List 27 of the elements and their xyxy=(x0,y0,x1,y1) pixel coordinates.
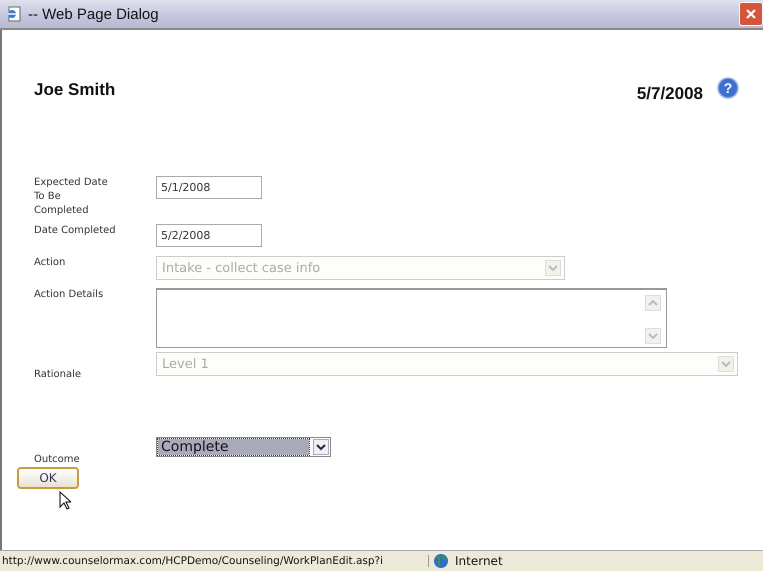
close-icon xyxy=(745,8,757,20)
scroll-down-icon[interactable] xyxy=(645,328,661,344)
text-area[interactable] xyxy=(156,288,667,348)
window-title: -- Web Page Dialog xyxy=(28,6,160,22)
status-zone: Internet xyxy=(455,554,503,568)
field-label: Action Details xyxy=(34,288,104,302)
date-field[interactable]: 5/1/2008 xyxy=(156,176,262,199)
chevron-down-icon xyxy=(545,260,561,276)
globe-icon xyxy=(433,553,449,569)
scroll-up-icon[interactable] xyxy=(645,295,661,311)
field-label: Outcome xyxy=(34,453,81,467)
page-icon xyxy=(6,6,22,22)
header-date: 5/7/2008 xyxy=(636,84,703,104)
status-url: http://www.counselormax.com/HCPDemo/Counseling/WorkPlanEdit.asp?i xyxy=(0,555,429,567)
dropdown[interactable]: Complete xyxy=(156,437,331,457)
field-label: Date Completed xyxy=(34,224,117,238)
help-icon[interactable]: ? xyxy=(717,77,739,99)
field-label: Expected Date To Be Completed xyxy=(34,176,109,218)
person-name: Joe Smith xyxy=(34,80,116,100)
field-label: Action xyxy=(34,256,66,270)
close-button[interactable] xyxy=(739,2,763,26)
chevron-down-icon xyxy=(313,439,329,455)
mouse-pointer-icon xyxy=(59,491,71,510)
chevron-down-icon xyxy=(718,356,734,372)
date-field[interactable]: 5/2/2008 xyxy=(156,224,262,247)
ok-button[interactable]: OK xyxy=(17,467,79,489)
field-label: Rationale xyxy=(34,368,82,382)
